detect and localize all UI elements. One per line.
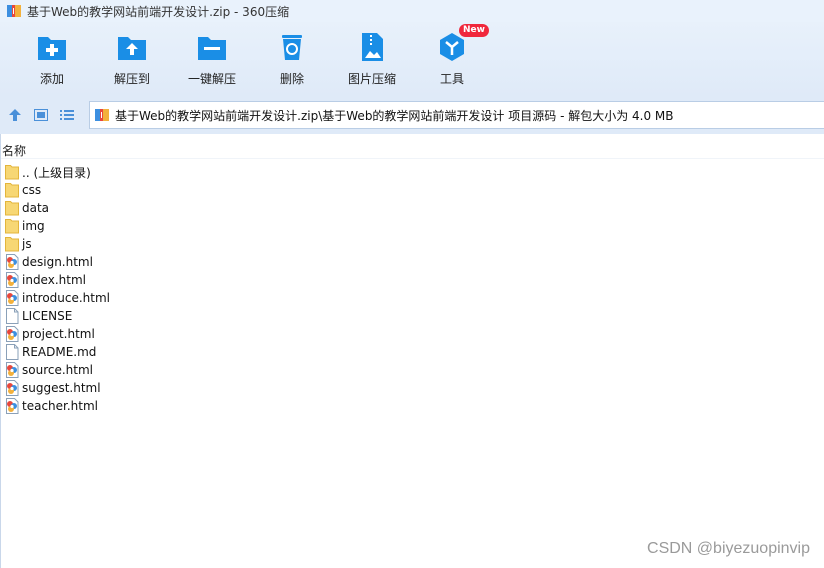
image-compress-button[interactable]: 图片压缩 (332, 30, 412, 92)
html-file-icon (6, 362, 19, 378)
file-name: js (22, 237, 32, 251)
one-click-extract-icon (198, 37, 226, 60)
zip-archive-icon (7, 5, 21, 17)
file-name: project.html (22, 327, 95, 341)
file-name: design.html (22, 255, 93, 269)
folder-icon (5, 165, 19, 180)
file-name: .. (上级目录) (22, 165, 91, 180)
file-list-panel: 名称 .. (上级目录) css data img js design.html index… (0, 134, 824, 568)
column-header-name[interactable]: 名称 (1, 142, 26, 159)
image-compress-icon (362, 33, 383, 61)
up-level-button[interactable] (4, 104, 26, 126)
list-item[interactable]: introduce.html (5, 289, 110, 307)
arrow-up-icon (9, 109, 21, 121)
navigation-bar: 基于Web的教学网站前端开发设计.zip\基于Web的教学网站前端开发设计 项目… (0, 96, 824, 134)
html-file-icon (6, 326, 19, 342)
zip-archive-icon (95, 109, 109, 121)
file-icon (6, 344, 19, 360)
delete-button[interactable]: 删除 (252, 30, 332, 92)
add-icon (38, 37, 66, 60)
add-button[interactable]: 添加 (12, 30, 92, 92)
folder-icon (5, 237, 19, 252)
list-item[interactable]: design.html (5, 253, 110, 271)
html-file-icon (6, 254, 19, 270)
folder-icon (5, 219, 19, 234)
file-name: data (22, 201, 50, 215)
address-bar[interactable]: 基于Web的教学网站前端开发设计.zip\基于Web的教学网站前端开发设计 项目… (89, 101, 824, 129)
tools-label: 工具 (439, 72, 464, 86)
list-view-icon (60, 110, 74, 120)
file-name: teacher.html (22, 399, 99, 413)
list-item[interactable]: teacher.html (5, 397, 110, 415)
html-file-icon (6, 380, 19, 396)
list-item[interactable]: .. (上级目录) (5, 163, 110, 181)
one-click-extract-button[interactable]: 一键解压 (172, 30, 252, 92)
list-item[interactable]: css (5, 181, 110, 199)
list-item[interactable]: js (5, 235, 110, 253)
tools-icon-wrap: New (435, 24, 489, 64)
file-icon (6, 308, 19, 324)
archive-path: 基于Web的教学网站前端开发设计.zip\基于Web的教学网站前端开发设计 项目… (115, 108, 674, 123)
file-name: introduce.html (22, 291, 111, 305)
tools-button[interactable]: New 工具 (412, 24, 492, 92)
file-name: index.html (22, 273, 86, 287)
title-bar: 基于Web的教学网站前端开发设计.zip - 360压缩 (0, 0, 824, 22)
folder-icon (5, 201, 19, 216)
image-compress-label: 图片压缩 (347, 72, 396, 86)
list-item[interactable]: README.md (5, 343, 110, 361)
thumbnail-view-icon (34, 109, 48, 121)
delete-icon (282, 35, 302, 60)
file-name: README.md (22, 345, 97, 359)
html-file-icon (6, 272, 19, 288)
list-item[interactable]: source.html (5, 361, 110, 379)
folder-icon (5, 183, 19, 198)
add-label: 添加 (39, 72, 64, 86)
file-name: css (22, 183, 42, 197)
extract-to-icon (118, 37, 146, 60)
list-item[interactable]: suggest.html (5, 379, 110, 397)
thumbnail-view-button[interactable] (30, 104, 52, 126)
list-item[interactable]: data (5, 199, 110, 217)
list-item[interactable]: img (5, 217, 110, 235)
file-list: .. (上级目录) css data img js design.html index.ht… (5, 163, 110, 415)
list-item[interactable]: index.html (5, 271, 110, 289)
one-click-extract-label: 一键解压 (187, 72, 236, 86)
file-name: source.html (22, 363, 93, 377)
file-name: suggest.html (22, 381, 101, 395)
file-name: img (22, 219, 45, 233)
extract-to-label: 解压到 (113, 72, 150, 86)
header-divider (1, 158, 824, 159)
toolbar: 添加 解压到 一键解压 删除 图片压缩 New 工具 (0, 22, 824, 96)
html-file-icon (6, 398, 19, 414)
extract-to-button[interactable]: 解压到 (92, 30, 172, 92)
file-name: LICENSE (22, 309, 73, 323)
list-item[interactable]: project.html (5, 325, 110, 343)
list-view-button[interactable] (56, 104, 78, 126)
html-file-icon (6, 290, 19, 306)
new-badge: New (459, 24, 489, 37)
list-item[interactable]: LICENSE (5, 307, 110, 325)
window-title: 基于Web的教学网站前端开发设计.zip - 360压缩 (27, 4, 290, 19)
delete-label: 删除 (279, 72, 304, 86)
watermark: CSDN @biyezuopinvip (647, 540, 810, 557)
